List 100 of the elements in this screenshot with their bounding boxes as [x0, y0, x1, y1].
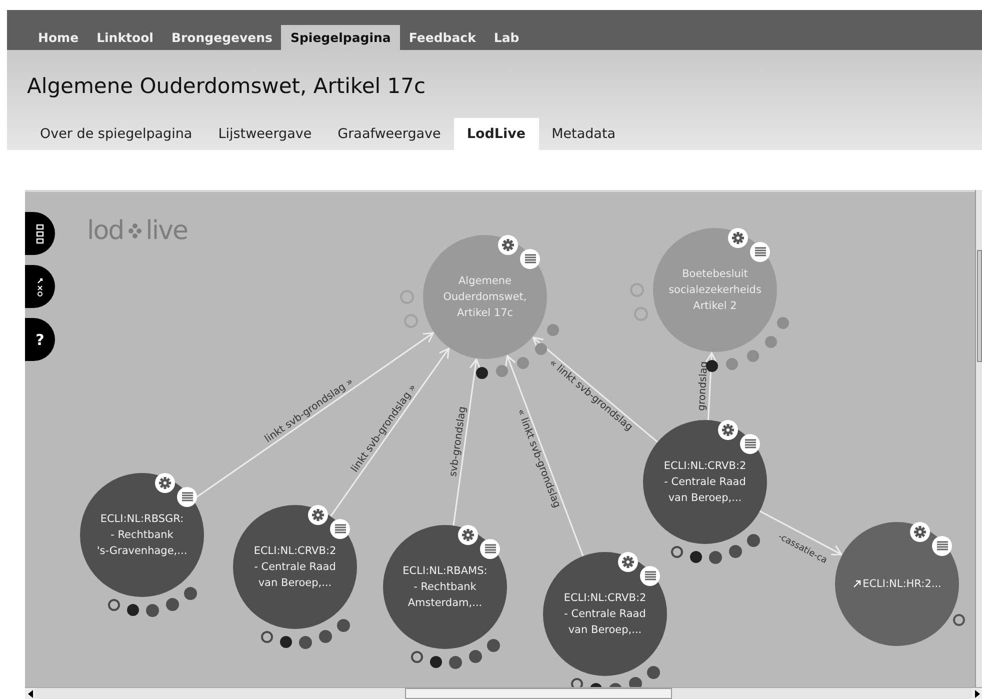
settings-button[interactable] [910, 522, 930, 542]
list-icon [524, 254, 536, 264]
settings-button[interactable] [498, 235, 518, 255]
circle-icon[interactable] [260, 631, 273, 644]
list-icon [754, 247, 766, 257]
node-label: Amsterdam,... [408, 596, 482, 610]
gear-icon [159, 477, 171, 489]
node-label: ECLI:NL:HR:2... [862, 577, 942, 591]
view-tab[interactable]: Graafweergave [324, 118, 454, 150]
graph-node[interactable]: ECLI:NL:RBSGR: - Rechtbank 's-Gravenhage,... [80, 473, 204, 597]
right-arrow-icon[interactable] [974, 690, 980, 698]
node-label: Ouderdomswet, [443, 290, 527, 304]
tool-button[interactable] [25, 212, 55, 255]
dot-icon[interactable] [747, 350, 759, 362]
dot-icon[interactable] [184, 586, 198, 600]
dot-icon[interactable] [729, 544, 742, 558]
node-label: 's-Gravenhage,... [96, 544, 188, 558]
node-label: - Rechtbank [110, 528, 174, 542]
left-arrow-icon[interactable] [28, 690, 32, 698]
list-icon [182, 492, 192, 502]
settings-button[interactable] [155, 473, 175, 493]
help-button[interactable]: ? [25, 318, 55, 361]
dot-icon[interactable] [487, 638, 500, 652]
node-label: ECLI:NL:CRVB:2 [254, 544, 336, 558]
badge-icon[interactable] [430, 656, 442, 668]
dot-icon[interactable] [534, 342, 547, 355]
list-icon [644, 571, 656, 581]
dot-icon[interactable] [547, 324, 560, 336]
dot-icon[interactable] [299, 636, 312, 649]
dot-icon[interactable] [747, 534, 760, 547]
dot-icon[interactable] [496, 365, 508, 378]
view-tab[interactable]: Over de spiegelpagina [27, 118, 206, 150]
badge-icon[interactable] [706, 360, 718, 372]
settings-button[interactable] [728, 228, 748, 248]
horizontal-scrollbar[interactable] [25, 687, 982, 699]
edge-label: svb-grondslag [448, 406, 468, 478]
gear-icon [722, 424, 734, 436]
settings-button[interactable] [618, 552, 638, 572]
badge-icon[interactable] [126, 604, 139, 616]
node-label: Artikel 2 [693, 299, 737, 313]
circle-icon[interactable] [108, 599, 120, 612]
circle-icon[interactable] [670, 546, 683, 558]
dot-icon[interactable] [777, 317, 790, 330]
graph-node[interactable]: ECLI:NL:CRVB:2 - Centrale Raad van Beroep,... [543, 552, 667, 676]
settings-button[interactable] [458, 525, 478, 545]
gear-icon [622, 556, 634, 568]
circle-icon[interactable] [410, 651, 423, 664]
edge-label: grondslag [696, 361, 710, 412]
dot-icon[interactable] [709, 550, 722, 564]
nav-tab[interactable]: Linktool [88, 25, 162, 50]
vertical-scrollbar[interactable] [975, 190, 982, 687]
logo-text: live [146, 216, 188, 246]
graph-node[interactable]: ECLI:NL:RBAMS: - Rechtbank Amsterdam,... [383, 525, 507, 649]
node-label: van Beroep,... [258, 576, 332, 590]
dot-icon[interactable] [166, 598, 180, 611]
node-label: ECLI:NL:CRVB:2 [664, 459, 746, 473]
dot-icon[interactable] [764, 336, 777, 348]
gear-icon [312, 509, 324, 521]
graph-node[interactable]: ECLI:NL:CRVB:2 - Centrale Raad van Beroep,... [233, 505, 357, 629]
nav-tab[interactable]: Brongegevens [162, 25, 282, 50]
node-label: ECLI:NL:RBSGR: [100, 512, 184, 526]
dot-icon[interactable] [146, 604, 160, 617]
dot-icon[interactable] [647, 666, 660, 679]
external-link-icon [852, 580, 861, 588]
dot-icon[interactable] [449, 656, 462, 669]
nav-tab[interactable]: Feedback [400, 25, 485, 50]
nav-tab[interactable]: Home [29, 25, 88, 50]
circle-icon[interactable] [953, 614, 966, 626]
view-tab[interactable]: Metadata [538, 118, 629, 150]
dot-icon[interactable] [517, 356, 529, 369]
node-label: - Centrale Raad [564, 607, 646, 621]
dot-icon[interactable] [726, 358, 738, 370]
badge-icon[interactable] [280, 636, 292, 648]
gear-icon [462, 529, 474, 541]
node-label: - Centrale Raad [664, 475, 746, 489]
logo-dots-icon [128, 223, 142, 239]
dot-icon[interactable] [629, 676, 642, 687]
settings-button[interactable] [308, 505, 328, 525]
node-label: van Beroep,... [668, 491, 742, 505]
badge-icon[interactable] [690, 551, 702, 564]
node-label: socialezekerheids [668, 283, 762, 297]
node-label: ECLI:NL:RBAMS: [402, 564, 488, 578]
settings-button[interactable] [718, 420, 738, 440]
nav-tab[interactable]: Spiegelpagina [281, 25, 400, 50]
badge-icon[interactable] [476, 366, 488, 379]
view-tab[interactable]: LodLive [454, 118, 539, 150]
graph-node[interactable]: ECLI:NL:HR:2... [835, 522, 959, 646]
dot-icon[interactable] [337, 618, 350, 632]
view-tab[interactable]: Lijstweergave [205, 118, 325, 150]
tool-button[interactable] [25, 265, 55, 308]
list-icon [936, 541, 948, 551]
dot-icon[interactable] [319, 630, 332, 643]
gear-icon [732, 232, 744, 244]
nav-tab[interactable]: Lab [484, 25, 528, 50]
edge-arrow [706, 351, 717, 420]
dot-icon[interactable] [469, 650, 482, 663]
graph-node[interactable]: ECLI:NL:CRVB:2 - Centrale Raad van Beroep,... [643, 420, 767, 544]
gear-icon [502, 239, 514, 251]
list-icon [334, 524, 346, 534]
node-label: van Beroep,... [568, 623, 642, 637]
